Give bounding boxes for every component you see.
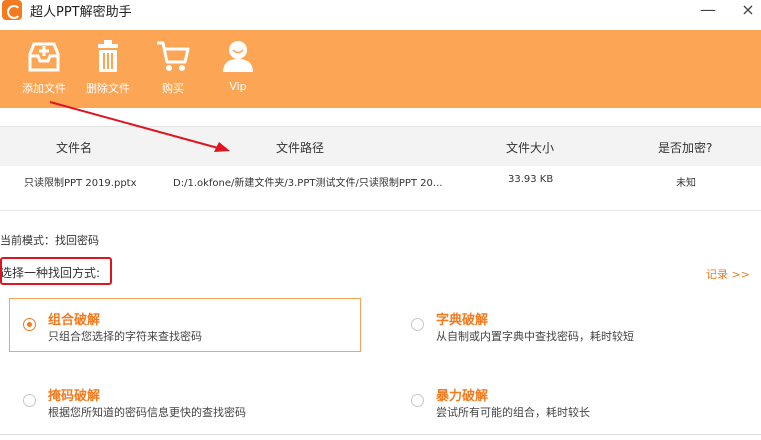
column-header-encrypted: 是否加密? <box>658 141 713 155</box>
buy-button[interactable]: 购买 <box>143 38 203 96</box>
close-button[interactable]: × <box>738 0 758 20</box>
cell-filepath: D:/1.okfone/新建文件夹/3.PPT测试文件/只读限制PPT 20..… <box>173 178 443 189</box>
option-title: 掩码破解 <box>48 389 101 404</box>
radio-brute-force[interactable] <box>411 394 424 407</box>
radio-mask[interactable] <box>23 394 36 407</box>
option-brute-force-attack[interactable]: 暴力破解 尝试所有可能的组合，耗时较长 <box>397 374 749 428</box>
vip-label: Vip <box>229 80 247 93</box>
option-description: 根据您所知道的密码信息更快的查找密码 <box>48 406 246 419</box>
record-link[interactable]: 记录 >> <box>706 266 750 282</box>
add-file-icon <box>28 42 60 72</box>
user-icon <box>223 41 253 72</box>
cell-filesize: 33.93 KB <box>508 174 554 185</box>
table-row[interactable]: 只读限制PPT 2019.pptx D:/1.okfone/新建文件夹/3.PP… <box>0 166 761 196</box>
annotation-highlight-box <box>0 257 112 285</box>
option-title: 暴力破解 <box>436 389 489 404</box>
bottom-divider <box>0 434 761 435</box>
radio-combination[interactable] <box>23 318 36 331</box>
app-title: 超人PPT解密助手 <box>30 5 132 20</box>
option-description: 从自制或内置字典中查找密码，耗时较短 <box>436 330 634 343</box>
toolbar: 添加文件 删除文件 购买 Vip <box>0 30 761 108</box>
option-title: 字典破解 <box>436 313 489 328</box>
current-mode-label: 当前模式：找回密码 <box>0 234 99 247</box>
delete-file-button[interactable]: 删除文件 <box>78 38 138 96</box>
buy-label: 购买 <box>162 82 184 95</box>
option-title: 组合破解 <box>48 313 101 328</box>
radio-dictionary[interactable] <box>411 318 424 331</box>
trash-icon <box>98 40 118 72</box>
column-header-filename: 文件名 <box>56 141 93 155</box>
option-combination-attack[interactable]: 组合破解 只组合您选择的字符来查找密码 <box>9 298 361 352</box>
add-file-button[interactable]: 添加文件 <box>14 38 74 96</box>
option-description: 尝试所有可能的组合，耗时较长 <box>436 406 590 419</box>
table-divider <box>0 210 761 211</box>
add-file-label: 添加文件 <box>22 82 66 95</box>
cart-icon <box>157 41 190 71</box>
minimize-button[interactable]: — <box>698 0 718 20</box>
title-bar: 超人PPT解密助手 — × <box>0 0 761 30</box>
option-description: 只组合您选择的字符来查找密码 <box>48 330 202 343</box>
column-header-filesize: 文件大小 <box>506 141 555 155</box>
file-table-header: 文件名 文件路径 文件大小 是否加密? <box>0 126 761 166</box>
column-header-filepath: 文件路径 <box>276 141 325 155</box>
cell-filename: 只读限制PPT 2019.pptx <box>24 178 137 189</box>
app-logo-icon <box>2 0 22 20</box>
option-dictionary-attack[interactable]: 字典破解 从自制或内置字典中查找密码，耗时较短 <box>397 298 749 352</box>
option-mask-attack[interactable]: 掩码破解 根据您所知道的密码信息更快的查找密码 <box>9 374 361 428</box>
vip-button[interactable]: Vip <box>208 38 268 93</box>
delete-file-label: 删除文件 <box>86 82 130 95</box>
cell-encrypted: 未知 <box>676 178 696 189</box>
